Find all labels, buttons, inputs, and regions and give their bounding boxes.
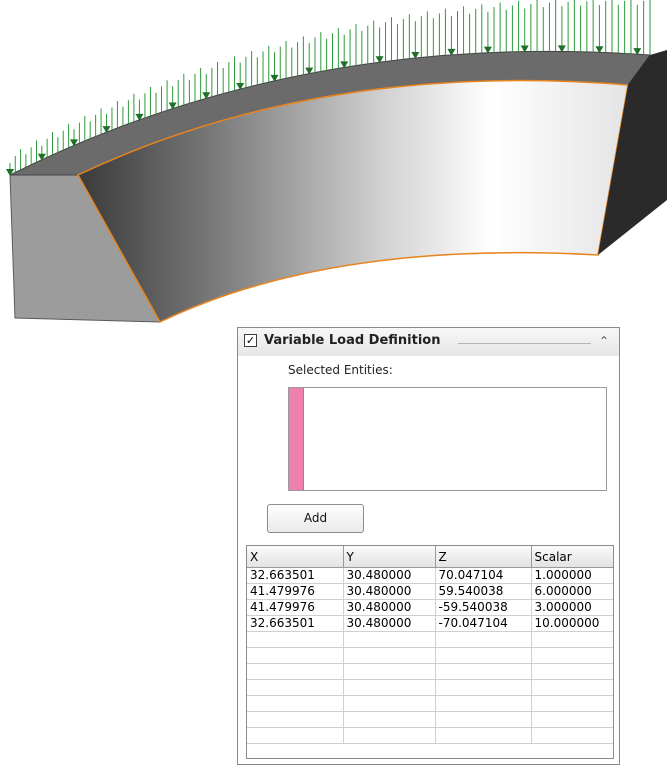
table-row[interactable]	[247, 663, 613, 680]
table-cell[interactable]	[435, 647, 532, 664]
table-cell[interactable]: 30.480000	[343, 567, 436, 584]
table-row[interactable]	[247, 679, 613, 696]
table-row[interactable]: 32.663501 30.480000 -70.047104 10.000000	[247, 615, 613, 632]
variable-load-definition-panel: ✓ Variable Load Definition ⌃ Selected En…	[237, 327, 620, 765]
table-row[interactable]: 41.479976 30.480000 59.540038 6.000000	[247, 583, 613, 600]
table-cell[interactable]	[343, 711, 436, 728]
table-cell[interactable]	[435, 663, 532, 680]
table-cell[interactable]	[435, 631, 532, 648]
table-cell[interactable]	[247, 695, 344, 712]
table-row[interactable]	[247, 631, 613, 648]
table-cell[interactable]	[343, 663, 436, 680]
column-header[interactable]: Scalar	[531, 546, 613, 568]
table-cell[interactable]: 32.663501	[247, 567, 344, 584]
collapse-chevron-icon[interactable]: ⌃	[597, 333, 611, 349]
header-divider	[458, 343, 591, 344]
table-cell[interactable]: -59.540038	[435, 599, 532, 616]
table-row[interactable]	[247, 695, 613, 712]
selected-entities-label: Selected Entities:	[288, 363, 393, 377]
table-cell[interactable]: 30.480000	[343, 599, 436, 616]
table-cell[interactable]	[343, 695, 436, 712]
table-row[interactable]	[247, 727, 613, 744]
table-cell[interactable]	[343, 647, 436, 664]
table-cell[interactable]	[531, 647, 613, 664]
table-cell[interactable]	[247, 631, 344, 648]
table-cell[interactable]	[247, 711, 344, 728]
table-row[interactable]	[247, 647, 613, 664]
table-cell[interactable]	[343, 631, 436, 648]
table-cell[interactable]	[247, 679, 344, 696]
table-row[interactable]: 41.479976 30.480000 -59.540038 3.000000	[247, 599, 613, 616]
table-cell[interactable]: 41.479976	[247, 583, 344, 600]
table-row[interactable]: 32.663501 30.480000 70.047104 1.000000	[247, 567, 613, 584]
add-button[interactable]: Add	[267, 504, 364, 533]
table-cell[interactable]: 1.000000	[531, 567, 613, 584]
table-cell[interactable]: 6.000000	[531, 583, 613, 600]
table-cell[interactable]	[435, 711, 532, 728]
load-values-table[interactable]: X Y Z Scalar 32.663501 30.480000 70.047104 1.0…	[246, 545, 614, 759]
table-cell[interactable]	[531, 631, 613, 648]
panel-header: ✓ Variable Load Definition ⌃	[238, 328, 619, 356]
column-header[interactable]: X	[247, 546, 344, 568]
selected-entities-list[interactable]	[288, 387, 607, 491]
table-cell[interactable]: 30.480000	[343, 615, 436, 632]
table-cell[interactable]	[435, 727, 532, 744]
table-cell[interactable]: 41.479976	[247, 599, 344, 616]
table-cell[interactable]: 30.480000	[343, 583, 436, 600]
table-cell[interactable]: 70.047104	[435, 567, 532, 584]
table-cell[interactable]	[247, 727, 344, 744]
table-cell[interactable]: -70.047104	[435, 615, 532, 632]
selection-color-swatch	[289, 388, 304, 490]
3d-model-view[interactable]	[0, 0, 667, 330]
table-header-row: X Y Z Scalar	[247, 546, 613, 568]
table-cell[interactable]	[247, 647, 344, 664]
table-cell[interactable]	[531, 695, 613, 712]
table-cell[interactable]	[247, 663, 344, 680]
column-header[interactable]: Z	[435, 546, 532, 568]
table-cell[interactable]	[531, 727, 613, 744]
table-cell[interactable]	[343, 727, 436, 744]
table-cell[interactable]: 32.663501	[247, 615, 344, 632]
table-cell[interactable]	[531, 663, 613, 680]
table-cell[interactable]: 10.000000	[531, 615, 613, 632]
table-cell[interactable]	[343, 679, 436, 696]
table-cell[interactable]: 3.000000	[531, 599, 613, 616]
table-cell[interactable]	[531, 679, 613, 696]
panel-title: Variable Load Definition	[264, 333, 441, 348]
table-cell[interactable]	[435, 695, 532, 712]
table-cell[interactable]: 59.540038	[435, 583, 532, 600]
table-row[interactable]	[247, 711, 613, 728]
table-cell[interactable]	[435, 679, 532, 696]
table-body: 32.663501 30.480000 70.047104 1.000000 41.47…	[247, 567, 613, 744]
enable-checkbox[interactable]: ✓	[244, 334, 257, 347]
column-header[interactable]: Y	[343, 546, 436, 568]
table-cell[interactable]	[531, 711, 613, 728]
